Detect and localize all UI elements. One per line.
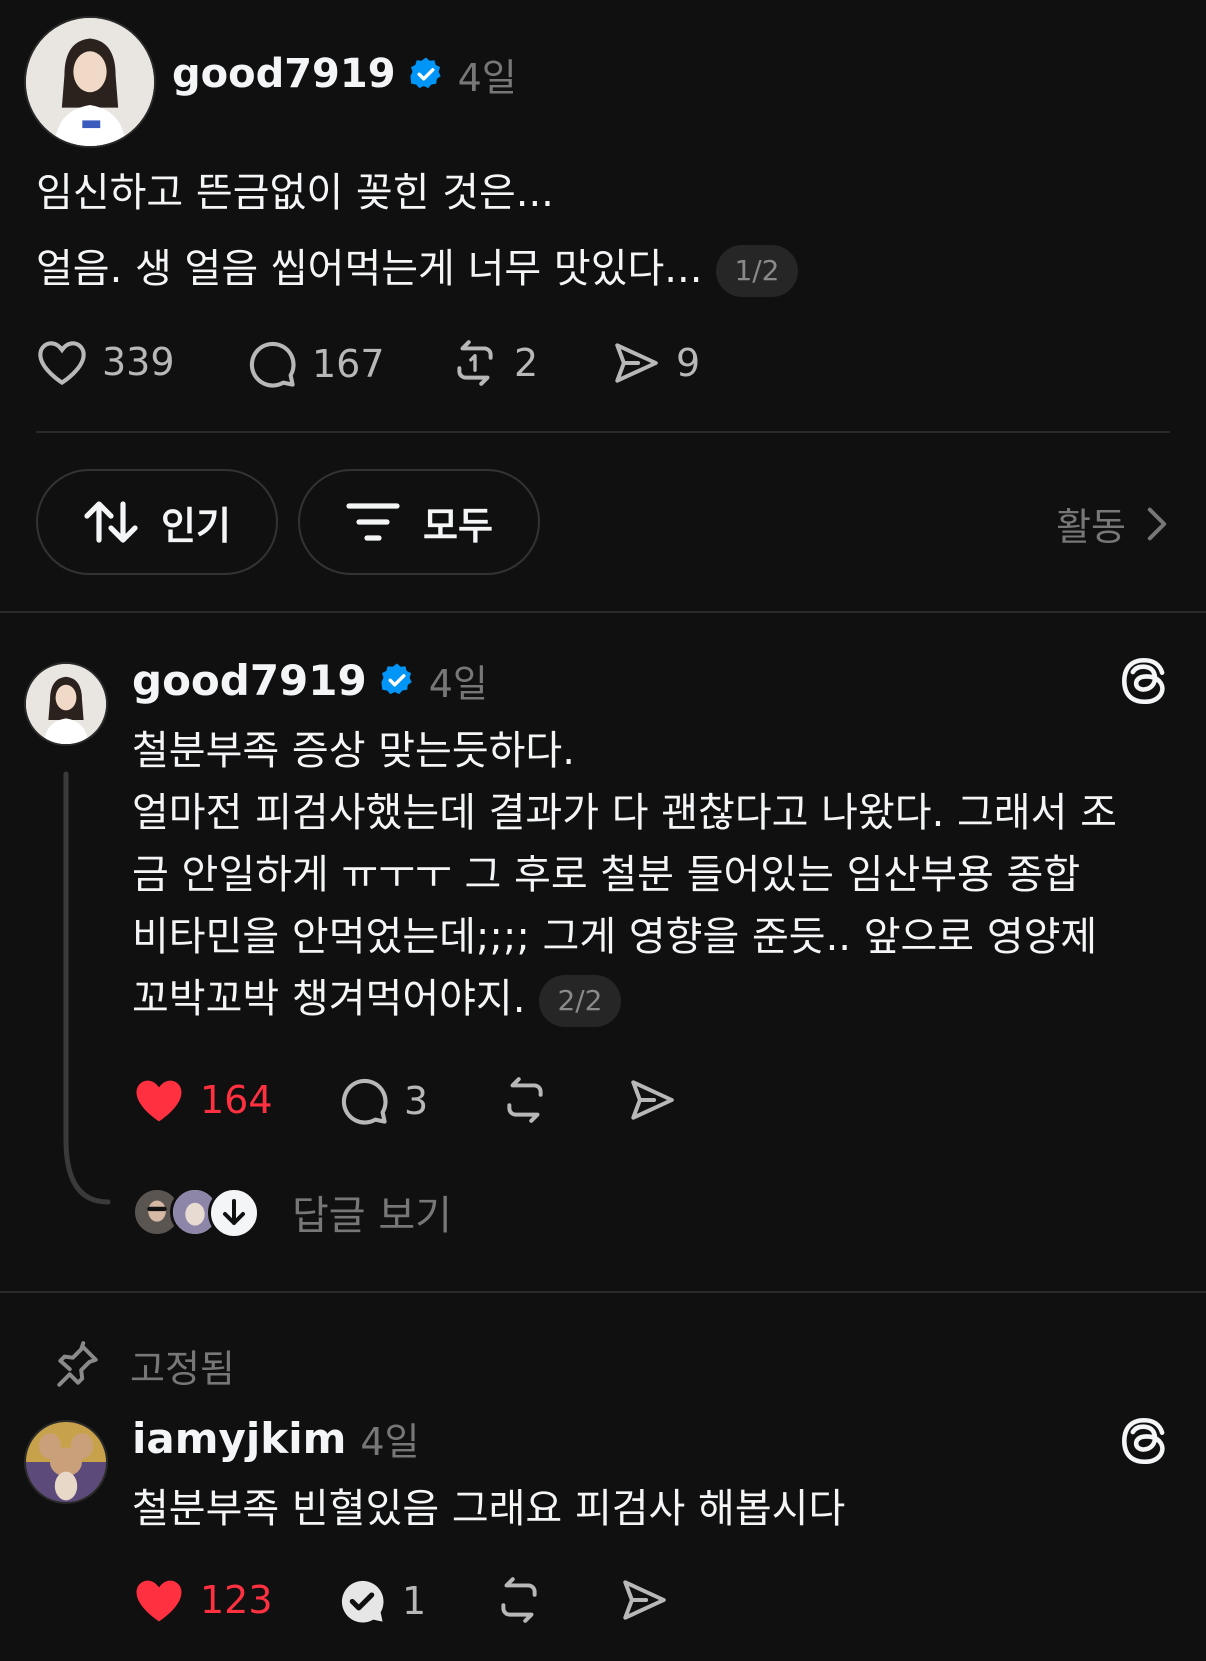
post-body: 임신하고 뜬금없이 꽂힌 것은... 얼음. 생 얼음 씹어먹는게 너무 맛있다… xyxy=(36,155,798,307)
reply-share-button[interactable] xyxy=(626,1075,678,1125)
view-replies-label: 답글 보기 xyxy=(292,1193,452,1239)
post-pager-badge: 1/2 xyxy=(716,245,798,297)
author-username[interactable]: good7919 xyxy=(172,51,396,97)
pinned-label: 고정됨 xyxy=(130,1347,235,1391)
view-replies-link[interactable]: 답글 보기 xyxy=(132,1183,452,1241)
chevron-right-icon xyxy=(1147,507,1167,540)
comment-reply-button[interactable]: 1 xyxy=(336,1575,426,1627)
share-count: 9 xyxy=(676,341,701,385)
commenter-avatar-image xyxy=(26,1422,106,1502)
filter-icon xyxy=(346,503,400,541)
section-divider xyxy=(0,1291,1206,1293)
reply-author-avatar[interactable] xyxy=(24,662,108,746)
sort-popular-button[interactable]: 인기 xyxy=(36,469,278,575)
author-avatar-image xyxy=(26,18,154,146)
post-line-2: 얼음. 생 얼음 씹어먹는게 너무 맛있다... xyxy=(36,246,703,292)
section-divider xyxy=(0,611,1206,613)
reply-line-2: 얼마전 피검사했는데 결과가 다 괜찮다고 나왔다. 그래서 조 xyxy=(132,790,1117,836)
activity-label: 활동 xyxy=(1056,505,1126,549)
filter-all-label: 모두 xyxy=(423,503,493,548)
comment-bubble-icon xyxy=(249,341,296,388)
verified-badge-icon xyxy=(409,57,441,89)
author-avatar[interactable] xyxy=(24,16,156,148)
comment-time: 4일 xyxy=(360,1419,420,1464)
heart-filled-icon xyxy=(136,1080,182,1122)
send-icon xyxy=(615,343,658,383)
repost-count: 2 xyxy=(514,341,539,385)
sort-popular-label: 인기 xyxy=(161,503,231,548)
repost-icon xyxy=(507,1077,543,1123)
reply-like-button[interactable]: 164 xyxy=(132,1075,273,1125)
reply-time: 4일 xyxy=(428,661,488,706)
post-time: 4일 xyxy=(457,55,517,100)
reply-like-count: 164 xyxy=(200,1078,273,1122)
reply-line-1: 철분부족 증상 맞는듯하다. xyxy=(132,728,575,774)
activity-link[interactable]: 활동 xyxy=(1056,496,1170,551)
reply-comment-button[interactable]: 3 xyxy=(338,1075,428,1127)
reply-author-avatar-image xyxy=(26,664,106,744)
reply-repost-button[interactable] xyxy=(500,1075,550,1125)
heart-filled-icon xyxy=(136,1580,182,1622)
heart-icon xyxy=(38,341,86,386)
thread-connector-line xyxy=(63,771,111,1205)
repost-button[interactable]: 2 xyxy=(450,338,538,388)
reply-line-3: 금 안일하게 ㅠㅜㅜ 그 후로 철분 들어있는 임산부용 종합 xyxy=(132,852,1081,898)
comment-bubble-icon xyxy=(341,1078,388,1125)
pinned-indicator: 고정됨 xyxy=(52,1338,235,1393)
send-icon xyxy=(631,1080,674,1120)
comment-count: 167 xyxy=(312,342,385,386)
reply-pager-badge: 2/2 xyxy=(539,975,621,1027)
filter-all-button[interactable]: 모두 xyxy=(298,469,540,575)
like-button[interactable]: 339 xyxy=(36,338,175,386)
commenter-username[interactable]: iamyjkim xyxy=(132,1414,346,1463)
comment-like-count: 123 xyxy=(200,1578,273,1622)
comment-button[interactable]: 167 xyxy=(246,338,385,390)
arrow-down-icon xyxy=(223,1199,245,1225)
post-line-1: 임신하고 뜬금없이 꽂힌 것은... xyxy=(36,170,554,216)
comment-body: 철분부족 빈혈있음 그래요 피검사 해봅시다 xyxy=(132,1486,846,1532)
sort-arrows-icon xyxy=(84,501,138,543)
expand-replies-badge xyxy=(208,1187,260,1239)
comment-repost-button[interactable] xyxy=(494,1575,544,1625)
reply-avatars-stack xyxy=(132,1187,260,1239)
comment-check-icon xyxy=(341,1580,384,1623)
commenter-avatar[interactable] xyxy=(24,1420,108,1504)
reply-body: 철분부족 증상 맞는듯하다. 얼마전 피검사했는데 결과가 다 괜찮다고 나왔다… xyxy=(132,720,1182,1030)
reply-author-username[interactable]: good7919 xyxy=(132,656,367,705)
repost-icon xyxy=(501,1577,537,1623)
post-divider xyxy=(36,431,1170,433)
repost-icon xyxy=(457,340,493,386)
send-icon xyxy=(623,1580,666,1620)
threads-logo-icon[interactable] xyxy=(1118,654,1168,708)
share-button[interactable]: 9 xyxy=(610,338,700,388)
reply-comment-count: 3 xyxy=(404,1079,429,1123)
reply-line-5: 꼬박꼬박 챙겨먹어야지. xyxy=(132,976,526,1022)
comment-share-button[interactable] xyxy=(618,1575,670,1625)
verified-badge-icon xyxy=(381,663,412,695)
reply-line-4: 비타민을 안먹었는데;;;; 그게 영향을 준듯.. 앞으로 영양제 xyxy=(132,914,1098,960)
threads-logo-icon[interactable] xyxy=(1118,1414,1168,1468)
pin-icon xyxy=(57,1340,98,1387)
like-count: 339 xyxy=(102,340,175,384)
comment-like-button[interactable]: 123 xyxy=(132,1575,273,1625)
comment-reply-count: 1 xyxy=(402,1579,427,1623)
